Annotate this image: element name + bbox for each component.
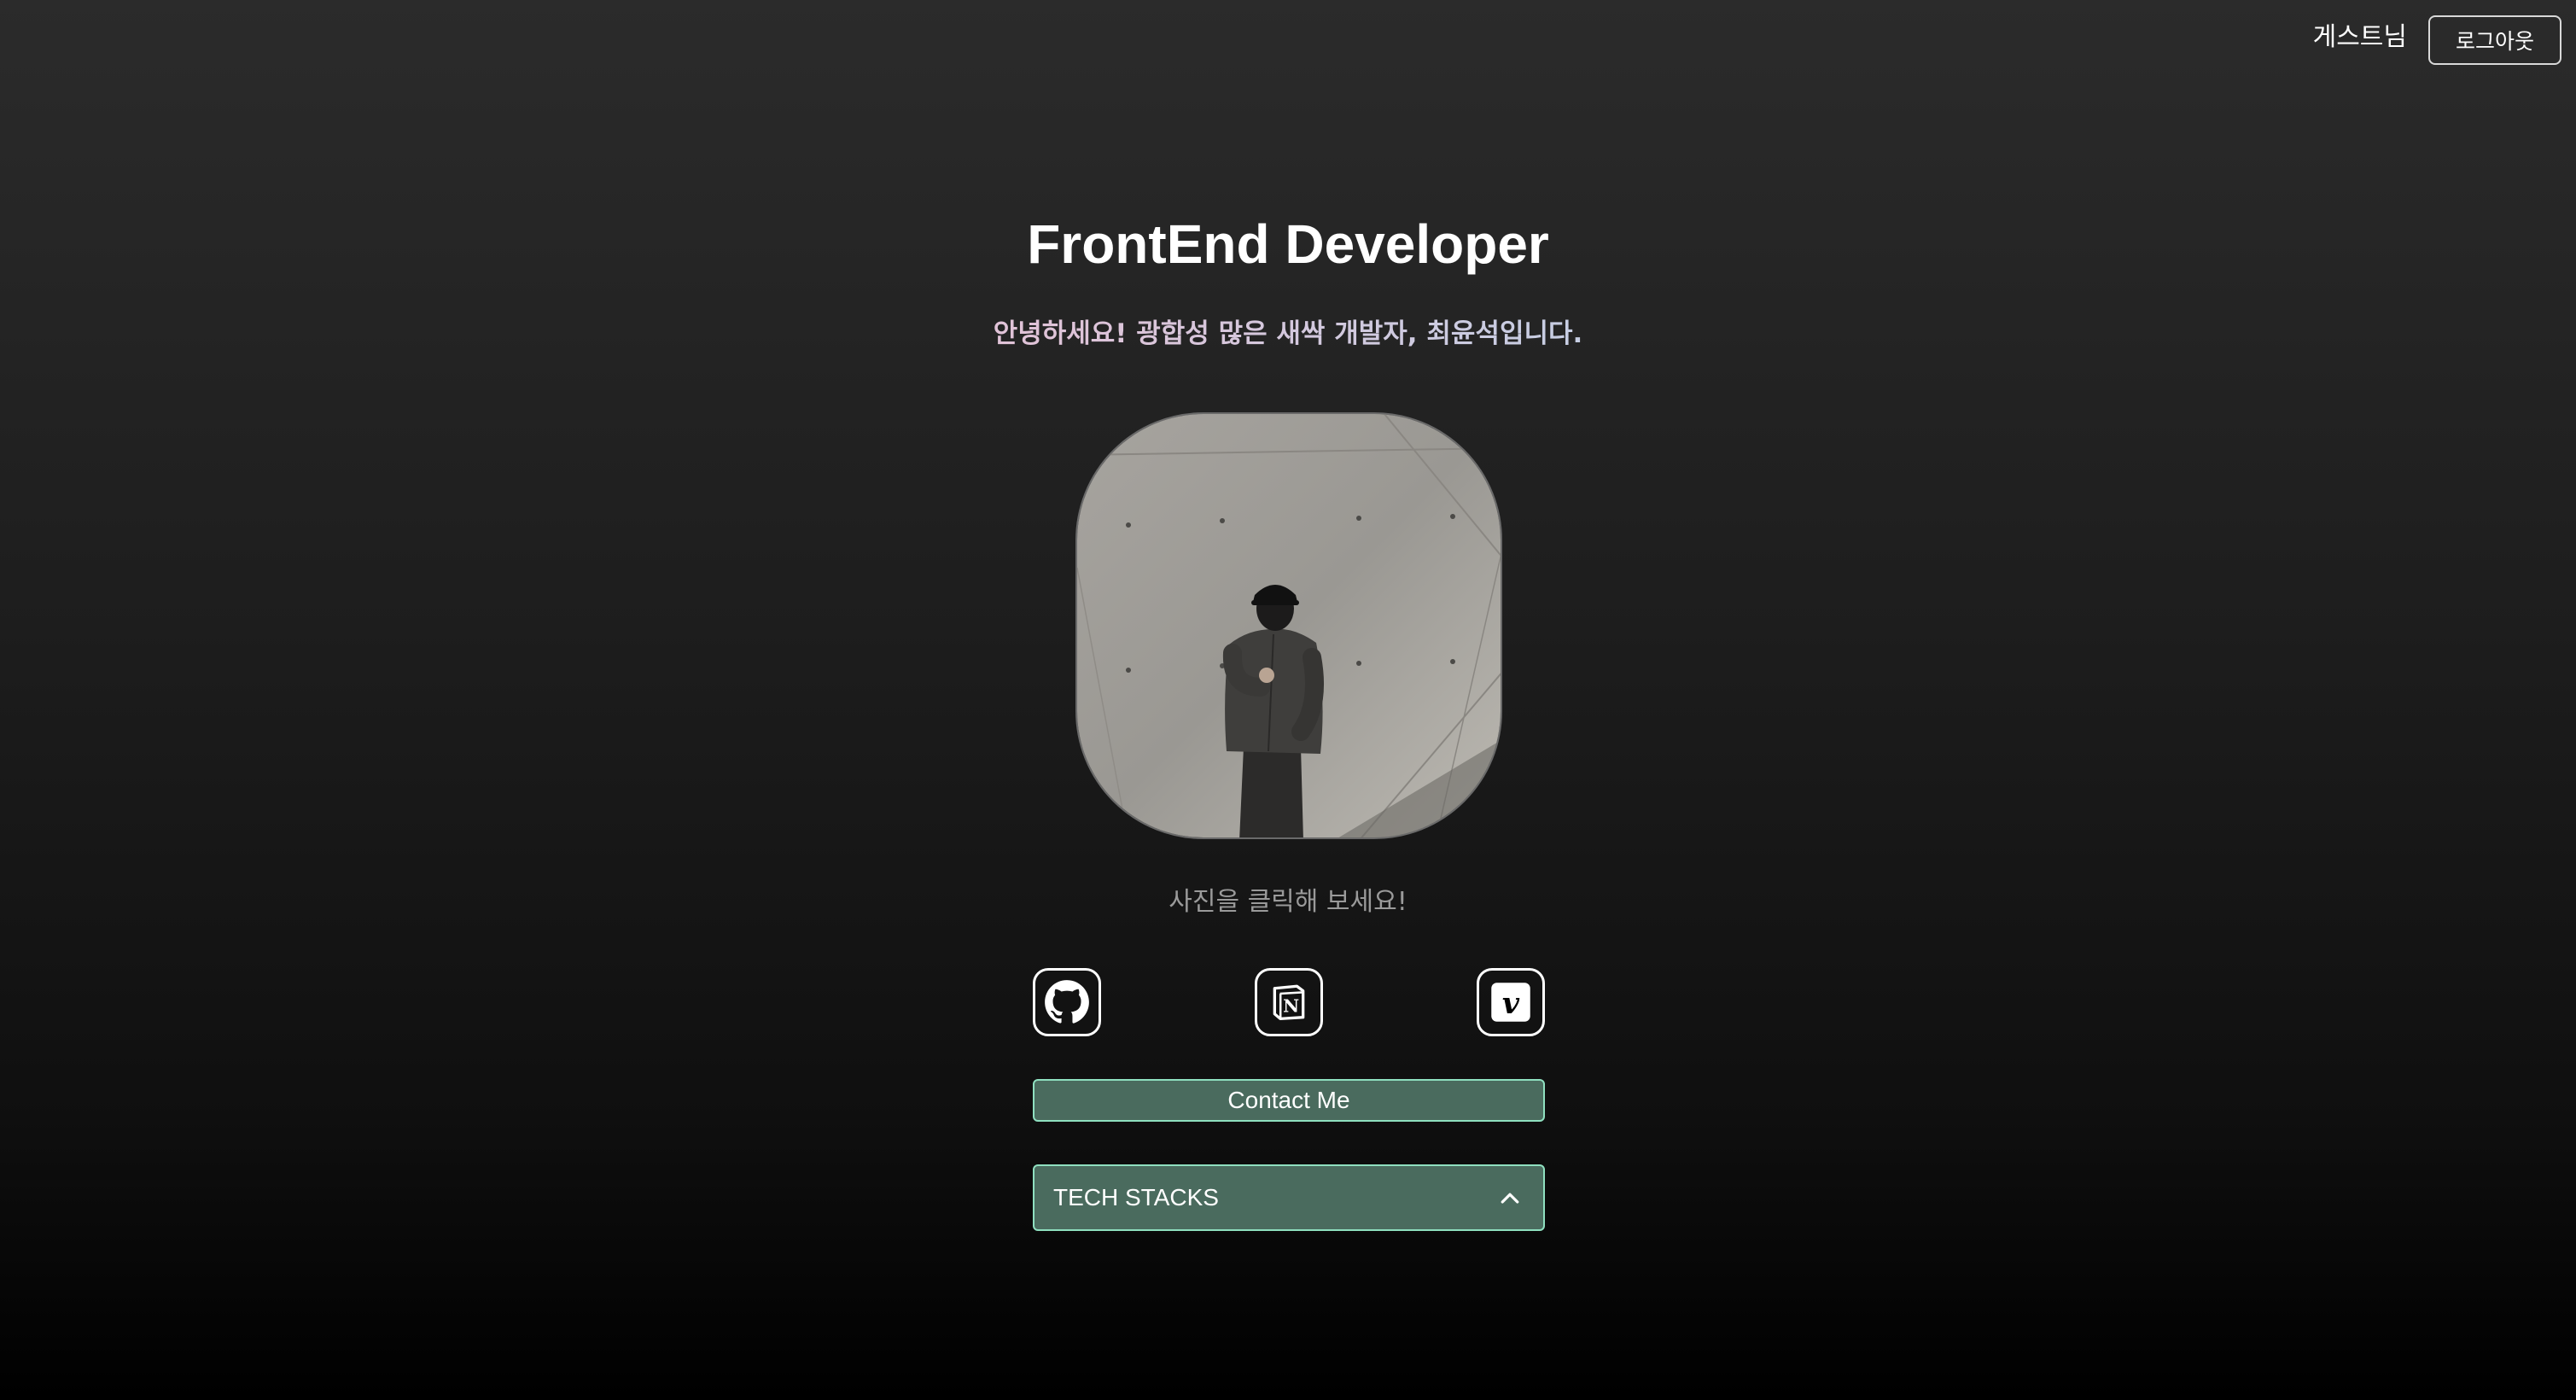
contact-me-button[interactable]: Contact Me <box>1033 1079 1545 1122</box>
github-link[interactable] <box>1033 968 1101 1036</box>
chevron-up-icon <box>1501 1193 1519 1204</box>
svg-text:N: N <box>1283 995 1299 1017</box>
logout-button[interactable]: 로그아웃 <box>2428 15 2561 65</box>
tech-stacks-label: TECH STACKS <box>1053 1184 1219 1210</box>
profile-photo[interactable] <box>1075 412 1502 839</box>
notion-link[interactable]: N <box>1255 968 1323 1036</box>
page-title: FrontEnd Developer <box>1027 213 1549 275</box>
svg-text:v: v <box>1502 986 1520 1021</box>
notion-icon: N <box>1273 984 1305 1021</box>
profile-photo-image <box>1077 414 1501 837</box>
github-icon <box>1045 980 1089 1024</box>
tech-stacks-toggle[interactable]: TECH STACKS <box>1033 1164 1545 1231</box>
user-greeting: 게스트님 <box>2312 22 2407 52</box>
intro-subtitle: 안녕하세요! 광합성 많은 새싹 개발자, 최윤석입니다. <box>0 316 2576 352</box>
velog-link[interactable]: v <box>1477 968 1545 1036</box>
photo-hint: 사진을 클릭해 보세요! <box>1169 887 1407 917</box>
velog-icon: v <box>1491 983 1530 1022</box>
